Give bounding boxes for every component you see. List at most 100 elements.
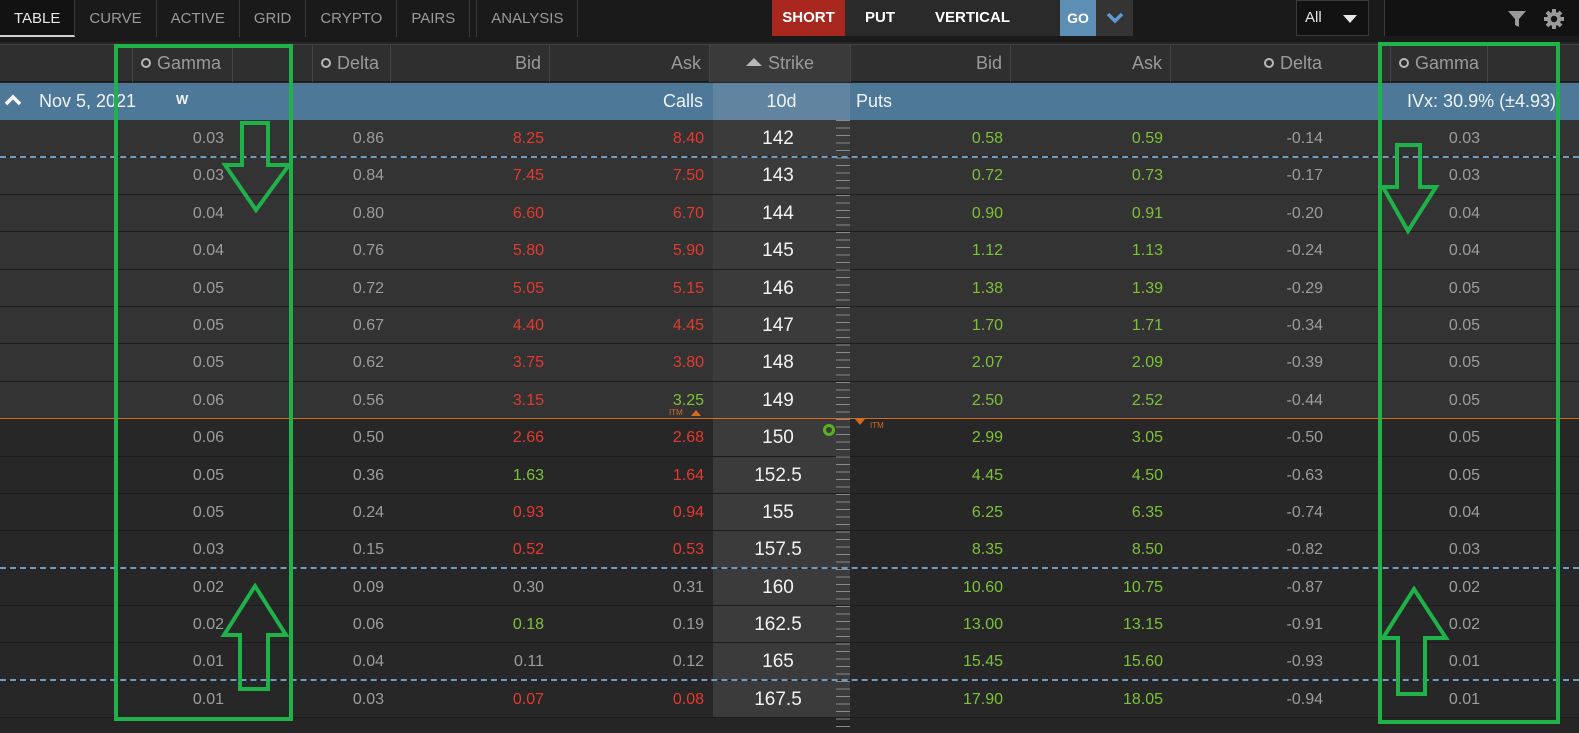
call-bid-cell[interactable]: 8.25 xyxy=(390,120,544,157)
col-put-delta[interactable]: Delta xyxy=(1170,45,1330,82)
col-put-bid[interactable]: Bid xyxy=(850,45,1010,82)
table-row[interactable]: 0.06 0.50 2.66 2.68 150 2.99 3.05 -0.50 0.05 xyxy=(0,419,1579,457)
put-ask-cell[interactable]: 4.50 xyxy=(1010,457,1163,494)
put-ask-cell[interactable]: 15.60 xyxy=(1010,643,1163,680)
call-bid-cell[interactable]: 1.63 xyxy=(390,457,544,494)
put-ask-cell[interactable]: 0.91 xyxy=(1010,195,1163,232)
chevron-up-icon[interactable] xyxy=(4,93,22,107)
put-bid-cell[interactable]: 2.07 xyxy=(850,344,1003,381)
call-bid-cell[interactable]: 3.75 xyxy=(390,344,544,381)
call-ask-cell[interactable]: 8.40 xyxy=(550,120,704,157)
call-ask-cell[interactable]: 1.64 xyxy=(550,457,704,494)
go-button[interactable]: GO xyxy=(1060,0,1096,36)
table-row[interactable]: 0.01 0.03 0.07 0.08 167.5 17.90 18.05 -0.94 0.01 xyxy=(0,680,1579,719)
expiration-row[interactable]: Nov 5, 2021 W Calls 10d Puts IVx: 30.9% … xyxy=(0,83,1579,120)
col-call-bid[interactable]: Bid xyxy=(390,45,549,82)
tab-grid[interactable]: GRID xyxy=(240,0,307,37)
col-put-gamma[interactable]: Gamma xyxy=(1390,45,1487,82)
call-bid-cell[interactable]: 5.80 xyxy=(390,232,544,269)
put-bid-cell[interactable]: 17.90 xyxy=(850,681,1003,718)
put-ask-cell[interactable]: 0.59 xyxy=(1010,120,1163,157)
put-ask-cell[interactable]: 2.09 xyxy=(1010,344,1163,381)
call-bid-cell[interactable]: 0.11 xyxy=(390,643,544,680)
table-row[interactable]: 0.04 0.80 6.60 6.70 144 0.90 0.91 -0.20 0.04 xyxy=(0,194,1579,233)
filter-select[interactable]: All xyxy=(1296,0,1369,36)
tab-table[interactable]: TABLE xyxy=(0,0,76,37)
short-button[interactable]: SHORT xyxy=(772,0,845,36)
put-bid-cell[interactable]: 13.00 xyxy=(850,606,1003,643)
call-ask-cell[interactable]: 5.15 xyxy=(550,270,704,307)
call-bid-cell[interactable]: 2.66 xyxy=(390,419,544,456)
put-ask-cell[interactable]: 8.50 xyxy=(1010,531,1163,568)
put-bid-cell[interactable]: 15.45 xyxy=(850,643,1003,680)
table-row[interactable]: 0.06 0.56 3.15 3.25 149 2.50 2.52 -0.44 0.05 xyxy=(0,381,1579,420)
call-ask-cell[interactable]: 0.94 xyxy=(550,494,704,531)
call-ask-cell[interactable]: 0.08 xyxy=(550,681,704,718)
call-ask-cell[interactable]: 2.68 xyxy=(550,419,704,456)
put-ask-cell[interactable]: 18.05 xyxy=(1010,681,1163,718)
put-bid-cell[interactable]: 2.50 xyxy=(850,382,1003,419)
call-bid-cell[interactable]: 0.18 xyxy=(390,606,544,643)
put-bid-cell[interactable]: 0.72 xyxy=(850,157,1003,194)
tab-curve[interactable]: CURVE xyxy=(75,0,157,37)
call-bid-cell[interactable]: 3.15 xyxy=(390,382,544,419)
call-bid-cell[interactable]: 5.05 xyxy=(390,270,544,307)
call-bid-cell[interactable]: 0.30 xyxy=(390,569,544,606)
put-ask-cell[interactable]: 1.71 xyxy=(1010,307,1163,344)
put-ask-cell[interactable]: 0.73 xyxy=(1010,157,1163,194)
put-bid-cell[interactable]: 6.25 xyxy=(850,494,1003,531)
put-ask-cell[interactable]: 6.35 xyxy=(1010,494,1163,531)
filter-icon[interactable] xyxy=(1507,9,1527,29)
table-row[interactable]: 0.04 0.76 5.80 5.90 145 1.12 1.13 -0.24 0.04 xyxy=(0,232,1579,270)
table-row[interactable]: 0.05 0.24 0.93 0.94 155 6.25 6.35 -0.74 0.04 xyxy=(0,493,1579,532)
call-bid-cell[interactable]: 0.93 xyxy=(390,494,544,531)
call-bid-cell[interactable]: 6.60 xyxy=(390,195,544,232)
put-bid-cell[interactable]: 1.70 xyxy=(850,307,1003,344)
table-row[interactable]: 0.05 0.62 3.75 3.80 148 2.07 2.09 -0.39 0.05 xyxy=(0,344,1579,382)
call-ask-cell[interactable]: 4.45 xyxy=(550,307,704,344)
put-ask-cell[interactable]: 13.15 xyxy=(1010,606,1163,643)
put-bid-cell[interactable]: 0.90 xyxy=(850,195,1003,232)
put-bid-cell[interactable]: 4.45 xyxy=(850,457,1003,494)
strategy-dropdown-button[interactable] xyxy=(1096,0,1133,36)
table-row[interactable]: 0.03 0.15 0.52 0.53 157.5 8.35 8.50 -0.82 0.03 xyxy=(0,531,1579,569)
put-ask-cell[interactable]: 1.13 xyxy=(1010,232,1163,269)
col-call-gamma[interactable]: Gamma xyxy=(132,45,232,82)
tab-pairs[interactable]: PAIRS xyxy=(397,0,471,37)
call-ask-cell[interactable]: 6.70 xyxy=(550,195,704,232)
call-ask-cell[interactable]: 5.90 xyxy=(550,232,704,269)
put-bid-cell[interactable]: 1.38 xyxy=(850,270,1003,307)
call-bid-cell[interactable]: 7.45 xyxy=(390,157,544,194)
call-ask-cell[interactable]: 0.31 xyxy=(550,569,704,606)
col-call-ask[interactable]: Ask xyxy=(549,45,709,82)
table-row[interactable]: 0.05 0.36 1.63 1.64 152.5 4.45 4.50 -0.63 0.05 xyxy=(0,456,1579,494)
table-row[interactable]: 0.01 0.04 0.11 0.12 165 15.45 15.60 -0.93 0.01 xyxy=(0,643,1579,681)
strategy-vertical-button[interactable]: VERTICAL xyxy=(915,0,1060,36)
put-ask-cell[interactable]: 2.52 xyxy=(1010,382,1163,419)
call-bid-cell[interactable]: 4.40 xyxy=(390,307,544,344)
gear-icon[interactable] xyxy=(1543,8,1565,30)
table-row[interactable]: 0.05 0.67 4.40 4.45 147 1.70 1.71 -0.34 0.05 xyxy=(0,306,1579,345)
put-ask-cell[interactable]: 10.75 xyxy=(1010,569,1163,606)
col-put-ask[interactable]: Ask xyxy=(1010,45,1170,82)
table-row[interactable]: 0.02 0.09 0.30 0.31 160 10.60 10.75 -0.87 0.02 xyxy=(0,568,1579,607)
put-button[interactable]: PUT xyxy=(845,0,915,36)
put-bid-cell[interactable]: 8.35 xyxy=(850,531,1003,568)
call-bid-cell[interactable]: 0.52 xyxy=(390,531,544,568)
put-bid-cell[interactable]: 1.12 xyxy=(850,232,1003,269)
tab-analysis[interactable]: ANALYSIS xyxy=(476,0,579,37)
call-ask-cell[interactable]: 0.53 xyxy=(550,531,704,568)
put-ask-cell[interactable]: 1.39 xyxy=(1010,270,1163,307)
table-row[interactable]: 0.05 0.72 5.05 5.15 146 1.38 1.39 -0.29 0.05 xyxy=(0,269,1579,307)
put-ask-cell[interactable]: 3.05 xyxy=(1010,419,1163,456)
table-row[interactable]: 0.03 0.84 7.45 7.50 143 0.72 0.73 -0.17 0.03 xyxy=(0,157,1579,195)
put-bid-cell[interactable]: 0.58 xyxy=(850,120,1003,157)
tab-crypto[interactable]: CRYPTO xyxy=(306,0,398,37)
tab-active[interactable]: ACTIVE xyxy=(157,0,240,37)
col-call-delta[interactable]: Delta xyxy=(312,45,392,82)
call-ask-cell[interactable]: 3.80 xyxy=(550,344,704,381)
call-ask-cell[interactable]: 0.19 xyxy=(550,606,704,643)
table-row[interactable]: 0.03 0.86 8.25 8.40 142 0.58 0.59 -0.14 0.03 xyxy=(0,120,1579,158)
call-bid-cell[interactable]: 0.07 xyxy=(390,681,544,718)
table-row[interactable]: 0.02 0.06 0.18 0.19 162.5 13.00 13.15 -0.91 0.02 xyxy=(0,606,1579,644)
